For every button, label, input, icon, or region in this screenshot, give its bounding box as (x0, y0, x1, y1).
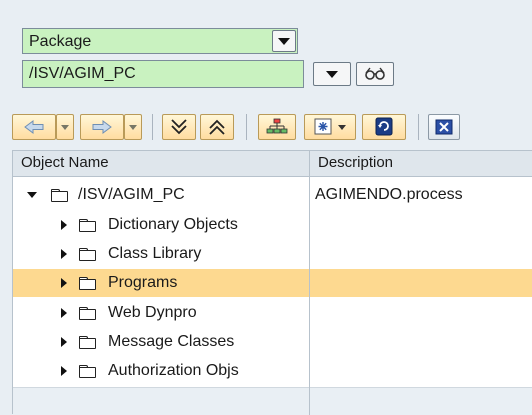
back-dropdown[interactable] (56, 114, 74, 140)
tree-empty-area (13, 387, 532, 415)
tree-node-root-description: AGIMENDO.process (315, 181, 532, 209)
tree-node-dictionary-objects[interactable]: Dictionary Objects (13, 211, 309, 239)
object-type-dropdown-button[interactable] (272, 30, 296, 52)
tree-node-class-library[interactable]: Class Library (13, 240, 309, 268)
back-icon (24, 120, 44, 134)
settings-button[interactable] (304, 114, 356, 140)
tree-node-description: AGIMENDO.process (315, 186, 463, 203)
forward-icon (92, 120, 112, 134)
collapse-icon (209, 119, 225, 135)
column-header-description[interactable]: Description (310, 151, 532, 177)
column-header-name-label: Object Name (21, 154, 109, 171)
object-tree: Object Name Description /ISV/AGIM_PC AGI… (12, 150, 532, 415)
expand-arrow-icon[interactable] (61, 308, 67, 318)
object-type-select[interactable]: Package (22, 28, 298, 54)
tree-node-label: Class Library (108, 245, 202, 262)
hierarchy-button[interactable] (258, 114, 296, 140)
object-path-input[interactable]: /ISV/AGIM_PC (22, 60, 304, 88)
tree-node-root[interactable]: /ISV/AGIM_PC (13, 181, 309, 209)
collapse-button[interactable] (200, 114, 234, 140)
path-dropdown-button[interactable] (313, 62, 351, 86)
tree-node-authorization-objs[interactable]: Authorization Objs (13, 357, 309, 385)
chevron-down-icon (278, 37, 290, 45)
toolbar-separator (418, 114, 419, 140)
tree-node-label: Dictionary Objects (108, 216, 238, 233)
expand-arrow-icon[interactable] (61, 278, 67, 288)
display-button[interactable] (356, 62, 394, 86)
glasses-icon (365, 67, 385, 80)
settings-icon (314, 118, 332, 135)
tree-node-label: Authorization Objs (108, 362, 239, 379)
expand-icon (171, 119, 187, 135)
object-type-value: Package (29, 33, 92, 50)
collapse-arrow-icon[interactable] (27, 192, 37, 198)
close-button[interactable] (428, 114, 460, 140)
tree-node-label: Programs (108, 274, 178, 291)
chevron-down-icon (61, 124, 69, 130)
column-divider[interactable] (309, 151, 310, 415)
column-header-name[interactable]: Object Name (13, 151, 309, 177)
toolbar-separator (246, 114, 247, 140)
expand-arrow-icon[interactable] (61, 366, 67, 376)
folder-icon (79, 335, 96, 349)
tree-node-label: Message Classes (108, 333, 235, 350)
folder-icon (51, 188, 68, 202)
chevron-down-icon (129, 124, 137, 130)
hierarchy-icon (266, 118, 288, 134)
chevron-down-icon (326, 70, 338, 78)
folder-icon (79, 364, 96, 378)
object-path-value: /ISV/AGIM_PC (29, 65, 136, 82)
folder-icon (79, 306, 96, 320)
toolbar-separator (152, 114, 153, 140)
folder-icon (79, 218, 96, 232)
chevron-down-icon (338, 124, 346, 130)
column-header-description-label: Description (318, 154, 394, 171)
forward-button[interactable] (80, 114, 124, 140)
refresh-icon (375, 117, 393, 136)
folder-icon (79, 276, 96, 290)
close-icon (435, 119, 453, 135)
forward-dropdown[interactable] (124, 114, 142, 140)
tree-node-programs[interactable]: Programs (13, 269, 309, 297)
tree-node-web-dynpro[interactable]: Web Dynpro (13, 299, 309, 327)
folder-icon (79, 247, 96, 261)
tree-node-message-classes[interactable]: Message Classes (13, 328, 309, 356)
expand-arrow-icon[interactable] (61, 249, 67, 259)
tree-node-label: /ISV/AGIM_PC (78, 186, 185, 203)
tree-node-label: Web Dynpro (108, 304, 197, 321)
expand-arrow-icon[interactable] (61, 337, 67, 347)
expand-button[interactable] (162, 114, 196, 140)
refresh-button[interactable] (362, 114, 406, 140)
back-button[interactable] (12, 114, 56, 140)
expand-arrow-icon[interactable] (61, 220, 67, 230)
